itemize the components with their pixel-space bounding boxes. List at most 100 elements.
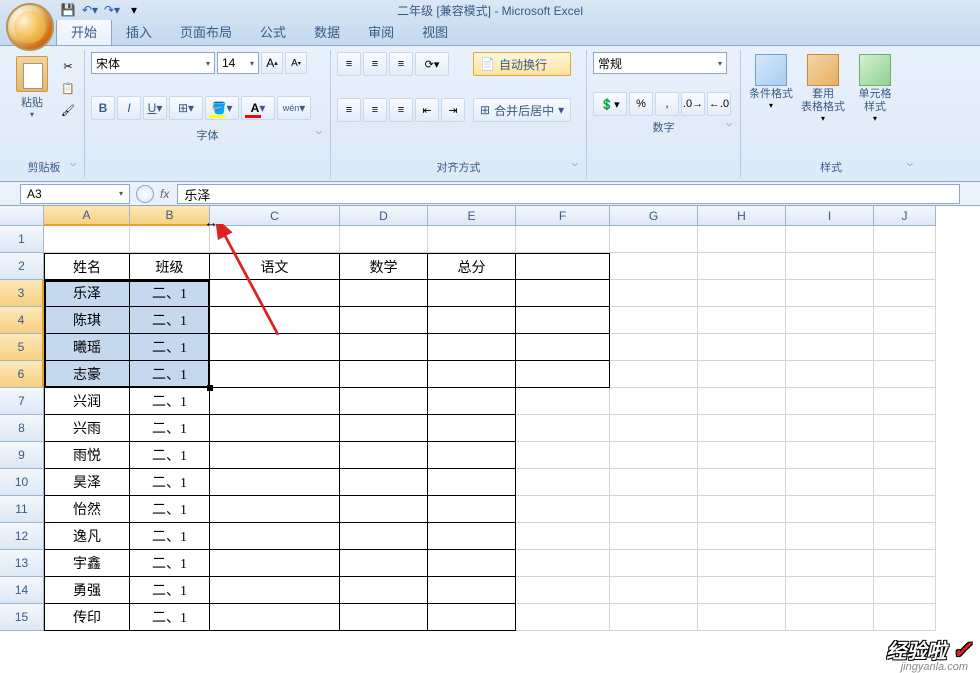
cell-J9[interactable] bbox=[874, 442, 936, 469]
cell-H1[interactable] bbox=[698, 226, 786, 253]
cell-J8[interactable] bbox=[874, 415, 936, 442]
cell-I15[interactable] bbox=[786, 604, 874, 631]
font-name-dropdown[interactable]: 宋体▾ bbox=[91, 52, 215, 74]
cell-D11[interactable] bbox=[340, 496, 428, 523]
cell-A11[interactable]: 怡然 bbox=[44, 496, 130, 523]
name-box[interactable]: A3▾ bbox=[20, 184, 130, 204]
conditional-format-button[interactable]: 条件格式 ▾ bbox=[747, 52, 795, 156]
cell-C8[interactable] bbox=[210, 415, 340, 442]
cell-F10[interactable] bbox=[516, 469, 610, 496]
cell-I13[interactable] bbox=[786, 550, 874, 577]
cell-J4[interactable] bbox=[874, 307, 936, 334]
cell-F11[interactable] bbox=[516, 496, 610, 523]
col-header-D[interactable]: D bbox=[340, 206, 428, 226]
cell-H5[interactable] bbox=[698, 334, 786, 361]
col-header-F[interactable]: F bbox=[516, 206, 610, 226]
cell-B2[interactable]: 班级 bbox=[130, 253, 210, 280]
cell-F12[interactable] bbox=[516, 523, 610, 550]
cell-B13[interactable]: 二、1 bbox=[130, 550, 210, 577]
cell-A13[interactable]: 宇鑫 bbox=[44, 550, 130, 577]
cell-F15[interactable] bbox=[516, 604, 610, 631]
cell-G5[interactable] bbox=[610, 334, 698, 361]
cell-B5[interactable]: 二、1 bbox=[130, 334, 210, 361]
cell-B7[interactable]: 二、1 bbox=[130, 388, 210, 415]
cell-H10[interactable] bbox=[698, 469, 786, 496]
cell-B15[interactable]: 二、1 bbox=[130, 604, 210, 631]
increase-font-icon[interactable]: A▴ bbox=[261, 52, 283, 74]
cell-I2[interactable] bbox=[786, 253, 874, 280]
cell-D14[interactable] bbox=[340, 577, 428, 604]
tab-insert[interactable]: 插入 bbox=[112, 18, 166, 45]
tab-view[interactable]: 视图 bbox=[408, 18, 462, 45]
underline-button[interactable]: U▾ bbox=[143, 96, 167, 120]
cell-A2[interactable]: 姓名 bbox=[44, 253, 130, 280]
cell-G13[interactable] bbox=[610, 550, 698, 577]
paste-icon[interactable] bbox=[16, 56, 48, 92]
cell-C11[interactable] bbox=[210, 496, 340, 523]
select-all-corner[interactable] bbox=[0, 206, 44, 226]
cell-E4[interactable] bbox=[428, 307, 516, 334]
col-header-I[interactable]: I bbox=[786, 206, 874, 226]
cell-E7[interactable] bbox=[428, 388, 516, 415]
fill-handle[interactable] bbox=[207, 385, 213, 391]
cell-B9[interactable]: 二、1 bbox=[130, 442, 210, 469]
percent-format-icon[interactable]: % bbox=[629, 92, 653, 116]
cell-B8[interactable]: 二、1 bbox=[130, 415, 210, 442]
cell-D12[interactable] bbox=[340, 523, 428, 550]
cell-D2[interactable]: 数学 bbox=[340, 253, 428, 280]
cell-E13[interactable] bbox=[428, 550, 516, 577]
row-header-1[interactable]: 1 bbox=[0, 226, 44, 253]
font-color-button[interactable]: A▾ bbox=[241, 96, 275, 120]
cell-H3[interactable] bbox=[698, 280, 786, 307]
undo-icon[interactable]: ↶▾ bbox=[82, 2, 98, 18]
cell-A6[interactable]: 志豪 bbox=[44, 361, 130, 388]
number-format-dropdown[interactable]: 常规▾ bbox=[593, 52, 727, 74]
italic-button[interactable]: I bbox=[117, 96, 141, 120]
cell-J7[interactable] bbox=[874, 388, 936, 415]
align-left-icon[interactable]: ≡ bbox=[337, 98, 361, 122]
decrease-font-icon[interactable]: A▾ bbox=[285, 52, 307, 74]
cell-G6[interactable] bbox=[610, 361, 698, 388]
copy-icon[interactable]: 📋 bbox=[58, 78, 78, 98]
cell-E3[interactable] bbox=[428, 280, 516, 307]
wrap-text-button[interactable]: 📄自动换行 bbox=[473, 52, 571, 76]
cell-A1[interactable] bbox=[44, 226, 130, 253]
merge-center-button[interactable]: ⊞合并后居中▾ bbox=[473, 98, 571, 122]
cell-G1[interactable] bbox=[610, 226, 698, 253]
cell-J1[interactable] bbox=[874, 226, 936, 253]
cell-E14[interactable] bbox=[428, 577, 516, 604]
row-header-15[interactable]: 15 bbox=[0, 604, 44, 631]
border-button[interactable]: ⊞▾ bbox=[169, 96, 203, 120]
cell-D9[interactable] bbox=[340, 442, 428, 469]
cell-J10[interactable] bbox=[874, 469, 936, 496]
increase-decimal-icon[interactable]: .0→ bbox=[681, 92, 705, 116]
cell-E9[interactable] bbox=[428, 442, 516, 469]
cell-B10[interactable]: 二、1 bbox=[130, 469, 210, 496]
cell-H6[interactable] bbox=[698, 361, 786, 388]
cell-C6[interactable] bbox=[210, 361, 340, 388]
cell-C15[interactable] bbox=[210, 604, 340, 631]
cell-F6[interactable] bbox=[516, 361, 610, 388]
col-header-J[interactable]: J bbox=[874, 206, 936, 226]
row-header-6[interactable]: 6 bbox=[0, 361, 44, 388]
cell-E1[interactable] bbox=[428, 226, 516, 253]
format-as-table-button[interactable]: 套用 表格格式 ▾ bbox=[799, 52, 847, 156]
cell-F14[interactable] bbox=[516, 577, 610, 604]
fx-icon[interactable]: fx bbox=[160, 187, 169, 201]
formula-input[interactable]: 乐泽 bbox=[177, 184, 960, 204]
cell-I8[interactable] bbox=[786, 415, 874, 442]
cell-C14[interactable] bbox=[210, 577, 340, 604]
cell-H12[interactable] bbox=[698, 523, 786, 550]
col-header-A[interactable]: A bbox=[44, 206, 130, 226]
cell-G11[interactable] bbox=[610, 496, 698, 523]
cell-B14[interactable]: 二、1 bbox=[130, 577, 210, 604]
cell-F1[interactable] bbox=[516, 226, 610, 253]
cell-C9[interactable] bbox=[210, 442, 340, 469]
tab-data[interactable]: 数据 bbox=[300, 18, 354, 45]
cell-F2[interactable] bbox=[516, 253, 610, 280]
row-header-7[interactable]: 7 bbox=[0, 388, 44, 415]
cell-H2[interactable] bbox=[698, 253, 786, 280]
row-header-5[interactable]: 5 bbox=[0, 334, 44, 361]
cell-A7[interactable]: 兴润 bbox=[44, 388, 130, 415]
cell-E15[interactable] bbox=[428, 604, 516, 631]
